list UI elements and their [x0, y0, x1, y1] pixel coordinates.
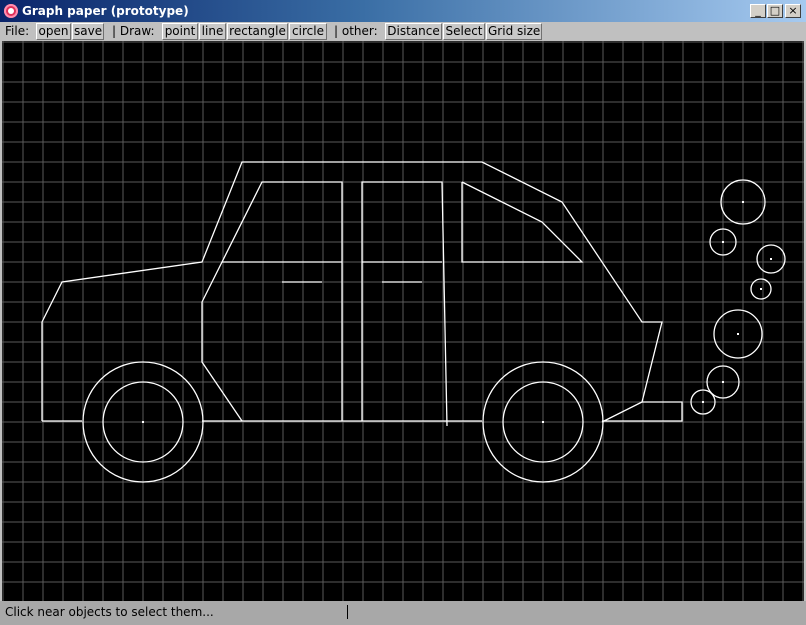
status-divider	[347, 605, 348, 619]
application-window: Graph paper (prototype) _ □ × File: open…	[0, 0, 806, 625]
graph-paper-canvas[interactable]	[2, 41, 804, 601]
smoke-center-point[interactable]	[742, 201, 744, 203]
select-tool-button[interactable]: Select	[443, 23, 485, 40]
status-message: Click near objects to select them...	[5, 605, 214, 619]
distance-tool-button[interactable]: Distance	[385, 23, 442, 40]
drawing-canvas-area[interactable]	[2, 41, 804, 601]
wheel-center-point[interactable]	[142, 421, 144, 423]
grid-size-button[interactable]: Grid size	[486, 23, 542, 40]
minimize-icon: _	[755, 4, 761, 17]
app-logo-icon	[4, 4, 18, 18]
wheel-center-point[interactable]	[542, 421, 544, 423]
circle-tool-button[interactable]: circle	[289, 23, 327, 40]
file-menu-label: File:	[5, 24, 30, 38]
bumper-outline[interactable]	[602, 401, 683, 422]
maximize-button[interactable]: □	[767, 4, 783, 18]
smoke-center-point[interactable]	[722, 241, 724, 243]
line-tool-button[interactable]: line	[199, 23, 226, 40]
smoke-center-point[interactable]	[702, 401, 704, 403]
toolbar: File: open save | Draw: point line recta…	[0, 22, 806, 41]
smoke-center-point[interactable]	[722, 381, 724, 383]
smoke-center-point[interactable]	[770, 258, 772, 260]
smoke-center-point[interactable]	[760, 288, 762, 290]
title-bar[interactable]: Graph paper (prototype) _ □ ×	[0, 0, 806, 22]
smoke-center-point[interactable]	[737, 333, 739, 335]
front-door-outline[interactable]	[361, 181, 448, 427]
status-bar: Click near objects to select them...	[0, 601, 806, 625]
close-icon: ×	[788, 4, 798, 17]
grid-lines	[2, 41, 804, 601]
rectangle-tool-button[interactable]: rectangle	[227, 23, 288, 40]
other-section-label: | other:	[334, 24, 378, 38]
maximize-icon: □	[769, 4, 781, 17]
close-button[interactable]: ×	[785, 4, 801, 18]
draw-section-label: | Draw:	[112, 24, 155, 38]
open-button[interactable]: open	[36, 23, 71, 40]
save-button[interactable]: save	[72, 23, 104, 40]
minimize-button[interactable]: _	[750, 4, 766, 18]
point-tool-button[interactable]: point	[162, 23, 198, 40]
window-title: Graph paper (prototype)	[22, 4, 189, 18]
